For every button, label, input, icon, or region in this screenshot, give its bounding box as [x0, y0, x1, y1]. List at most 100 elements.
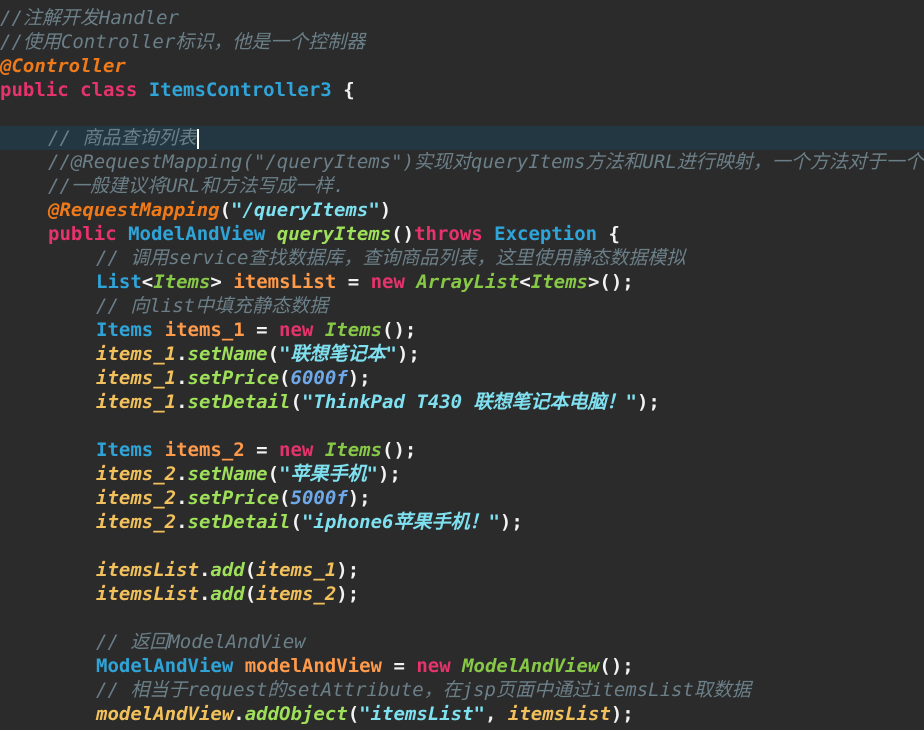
code-token-plain: ); — [396, 343, 420, 365]
code-line[interactable]: public ModelAndView queryItems()throws E… — [0, 222, 924, 246]
code-token-plain: ); — [336, 583, 360, 605]
code-token-type: Items — [96, 439, 165, 461]
code-token-var: itemsList — [96, 559, 199, 581]
code-token-param: items_2 — [164, 439, 245, 461]
code-line[interactable] — [0, 534, 924, 558]
code-line[interactable]: ModelAndView modelAndView = new ModelAnd… — [0, 654, 924, 678]
code-token-ann: @Controller — [0, 55, 126, 77]
code-token-type: List — [96, 271, 142, 293]
code-line[interactable]: // 相当于request的setAttribute，在jsp页面中通过item… — [0, 678, 924, 702]
code-line[interactable]: public class ItemsController3 { — [0, 78, 924, 102]
code-line[interactable]: // 向list中填充静态数据 — [0, 294, 924, 318]
code-token-plain: . — [176, 391, 188, 413]
code-token-fn: setPrice — [187, 487, 280, 509]
code-token-plain: (); — [599, 655, 634, 677]
code-line[interactable]: //@RequestMapping("/queryItems")实现对query… — [0, 150, 924, 174]
code-line[interactable]: //使用Controller标识，他是一个控制器 — [0, 30, 924, 54]
code-token-str: "/queryItems" — [231, 199, 380, 221]
code-line-current[interactable]: // 商品查询列表 — [0, 126, 924, 150]
code-token-type: Items — [96, 319, 165, 341]
code-line[interactable]: items_1.setDetail("ThinkPad T430 联想笔记本电脑… — [0, 390, 924, 414]
code-token-plain: . — [198, 583, 211, 605]
code-token-plain: = — [336, 271, 371, 293]
code-token-comment: //一般建议将URL和方法写成一样. — [48, 175, 345, 197]
code-token-kw: throws — [414, 223, 495, 245]
code-token-comment: //使用Controller标识，他是一个控制器 — [0, 31, 366, 53]
code-token-fn: add — [210, 559, 245, 581]
code-line[interactable]: // 返回ModelAndView — [0, 630, 924, 654]
code-token-kw: new — [279, 319, 325, 341]
code-token-comment: // 调用service查找数据库，查询商品列表，这里使用静态数据模拟 — [96, 247, 686, 269]
code-token-fn: setName — [187, 343, 268, 365]
code-token-var: items_1 — [96, 391, 177, 413]
code-editor[interactable]: //注解开发Handler//使用Controller标识，他是一个控制器 @Co… — [0, 0, 924, 730]
code-line[interactable]: @RequestMapping("/queryItems") — [0, 198, 924, 222]
code-line[interactable] — [0, 102, 924, 126]
code-token-plain: ( — [279, 487, 291, 509]
code-token-var: itemsList — [507, 703, 611, 725]
code-token-plain: (); — [382, 319, 417, 341]
code-token-fn: addObject — [244, 703, 348, 725]
code-line[interactable]: // 调用service查找数据库，查询商品列表，这里使用静态数据模拟 — [0, 246, 924, 270]
code-token-class: Items — [530, 271, 588, 293]
code-token-comment: //注解开发Handler — [0, 7, 179, 29]
code-token-kw: new — [370, 271, 417, 293]
code-token-plain: ( — [290, 511, 302, 533]
code-token-str: "苹果手机" — [279, 463, 378, 485]
code-token-plain: ); — [377, 463, 401, 485]
code-token-plain: . — [176, 487, 188, 509]
code-line[interactable]: itemsList.add(items_2); — [0, 582, 924, 606]
code-line[interactable]: modelAndView.addObject("itemsList", item… — [0, 702, 924, 726]
code-token-var: items_2 — [96, 511, 177, 533]
code-line[interactable] — [0, 606, 924, 630]
code-token-var: items_2 — [96, 487, 177, 509]
code-token-plain: ( — [347, 703, 360, 725]
code-line[interactable]: items_2.setPrice(5000f); — [0, 486, 924, 510]
code-token-var: modelAndView — [96, 703, 234, 725]
code-token-param: modelAndView — [244, 655, 382, 677]
code-token-fn: setPrice — [187, 367, 280, 389]
code-token-plain: ( — [244, 583, 257, 605]
code-token-plain: . — [176, 511, 188, 533]
code-token-param: itemsList — [233, 271, 337, 293]
code-token-class: ArrayList — [416, 271, 520, 293]
code-token-comment: // 返回ModelAndView — [96, 631, 306, 653]
code-token-var: items_1 — [96, 367, 177, 389]
code-line[interactable]: //一般建议将URL和方法写成一样. — [0, 174, 924, 198]
code-line[interactable]: items_1.setPrice(6000f); — [0, 366, 924, 390]
code-token-plain: ); — [499, 511, 523, 533]
code-token-plain: , — [484, 703, 508, 725]
code-line[interactable]: items_1.setName("联想笔记本"); — [0, 342, 924, 366]
code-line[interactable]: Items items_2 = new Items(); — [0, 438, 924, 462]
code-token-type: ModelAndView — [96, 655, 245, 677]
code-token-plain: = — [244, 319, 280, 341]
code-token-num: 6000f — [290, 367, 348, 389]
code-token-plain: { — [597, 223, 620, 245]
code-token-var: items_2 — [96, 463, 177, 485]
code-line[interactable]: items_2.setDetail("iphone6苹果手机！"); — [0, 510, 924, 534]
code-line[interactable]: @Controller — [0, 54, 924, 78]
code-token-plain: ( — [244, 559, 257, 581]
code-token-kw: new — [416, 655, 463, 677]
code-token-kw: public class — [0, 79, 149, 101]
code-token-plain: ); — [636, 391, 660, 413]
code-line[interactable]: //注解开发Handler — [0, 6, 924, 30]
code-line[interactable] — [0, 414, 924, 438]
code-token-class: Items — [324, 319, 383, 341]
code-token-plain: ); — [336, 559, 360, 581]
code-token-str: "ThinkPad T430 联想笔记本电脑！" — [301, 391, 637, 413]
code-token-type: ItemsController3 — [148, 79, 332, 101]
code-line[interactable]: items_2.setName("苹果手机"); — [0, 462, 924, 486]
code-token-plain: > — [210, 271, 234, 293]
code-token-plain: ); — [347, 367, 371, 389]
code-token-plain: ( — [219, 199, 232, 221]
code-line[interactable]: itemsList.add(items_1); — [0, 558, 924, 582]
code-line[interactable]: Items items_1 = new Items(); — [0, 318, 924, 342]
code-token-plain: < — [141, 271, 154, 293]
code-token-var: items_2 — [256, 583, 337, 605]
code-line[interactable]: List<Items> itemsList = new ArrayList<It… — [0, 270, 924, 294]
code-token-comment: // 相当于request的setAttribute，在jsp页面中通过item… — [96, 679, 751, 701]
code-token-plain: () — [391, 223, 415, 245]
code-token-ann: @RequestMapping — [48, 199, 220, 221]
code-token-class: Items — [153, 271, 211, 293]
